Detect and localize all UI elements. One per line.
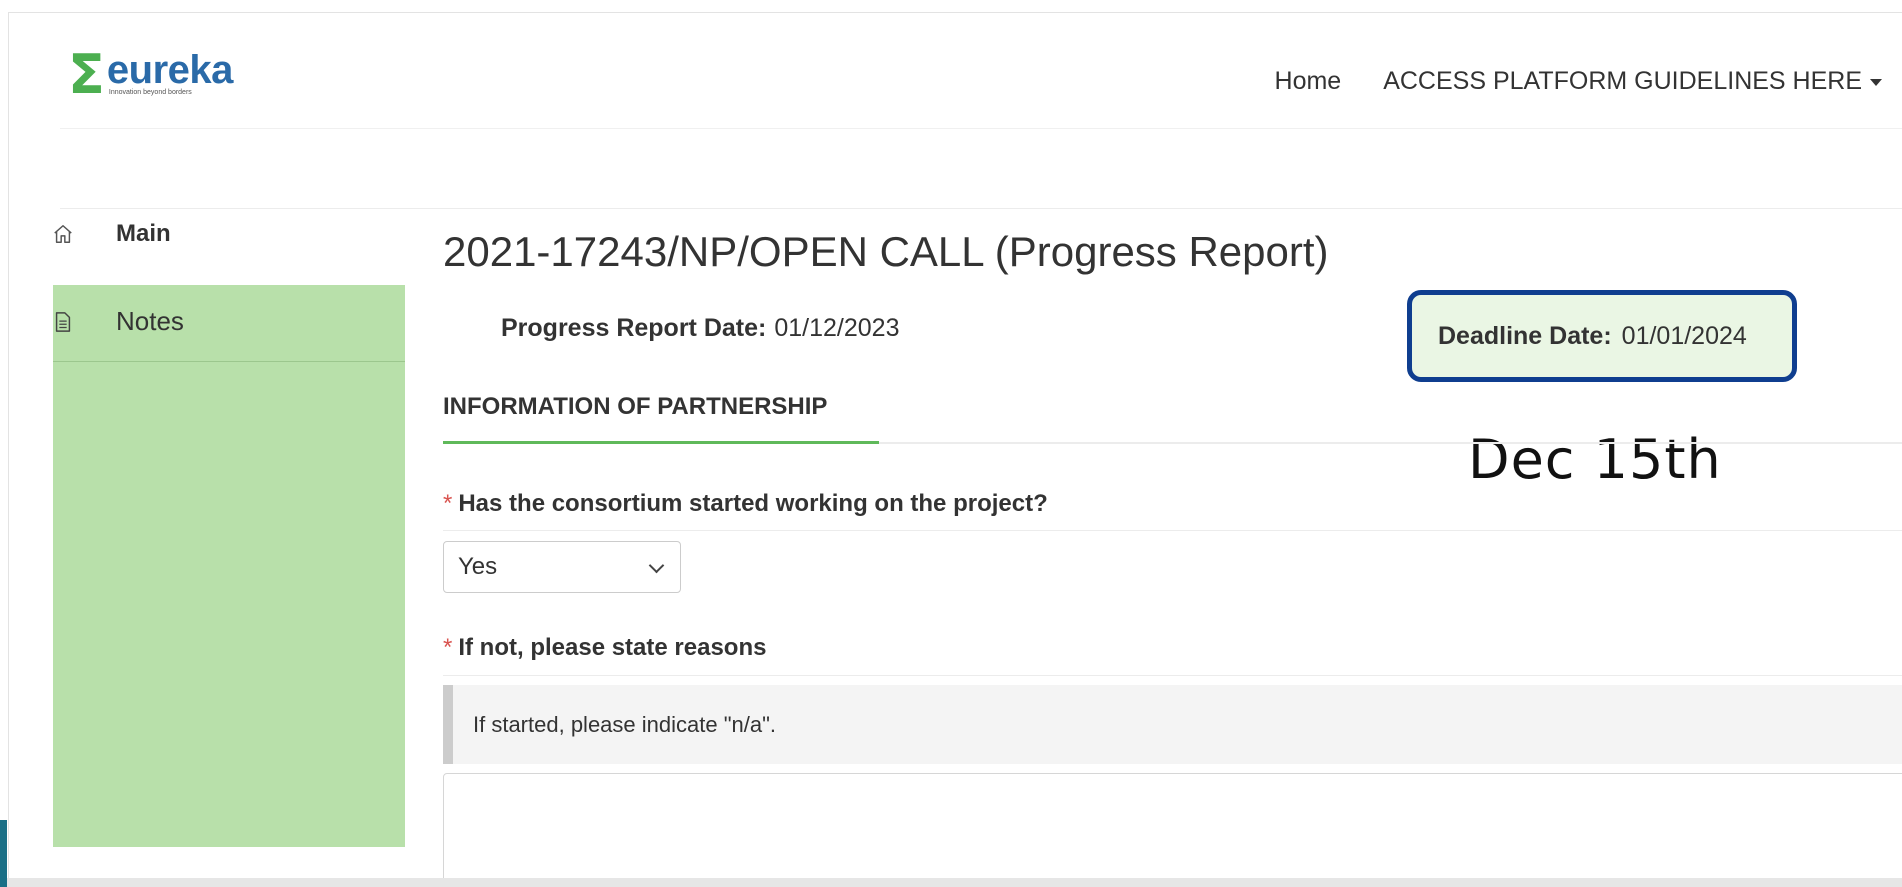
handwritten-annotation: Dec 15th (1468, 428, 1722, 491)
sidebar-item-main[interactable]: Main (52, 220, 171, 248)
progress-report-date: Progress Report Date: 01/12/2023 (501, 314, 899, 343)
required-marker: * (443, 634, 453, 661)
active-tab-indicator (443, 441, 879, 444)
sidebar-active-panel (53, 285, 405, 847)
top-nav: Home ACCESS PLATFORM GUIDELINES HERE (1275, 67, 1882, 96)
hint-text: If started, please indicate "n/a". (473, 711, 777, 737)
deadline-date-label: Deadline Date: (1438, 321, 1612, 350)
logo-text: eureka Innovation beyond borders (107, 50, 233, 96)
nav-home-link[interactable]: Home (1275, 67, 1342, 96)
question-divider (443, 675, 1902, 676)
sidebar-item-label: Main (116, 220, 171, 247)
reasons-hint: If started, please indicate "n/a". (443, 685, 1902, 764)
document-icon (55, 311, 71, 332)
eureka-logo[interactable]: Σ eureka Innovation beyond borders (68, 43, 233, 106)
question-divider (443, 530, 1902, 531)
required-marker: * (443, 490, 453, 517)
report-date-value: 01/12/2023 (774, 314, 900, 342)
sidebar-item-notes[interactable]: Notes (52, 306, 184, 337)
page-title: 2021-17243/NP/OPEN CALL (Progress Report… (443, 228, 1329, 275)
bottom-bar (0, 878, 1902, 887)
home-icon (54, 225, 72, 243)
deadline-date-value: 01/01/2024 (1621, 321, 1747, 350)
question-label: If not, please state reasons (458, 634, 767, 661)
nav-guidelines-label: ACCESS PLATFORM GUIDELINES HERE (1383, 67, 1862, 95)
question-consortium-started: * Has the consortium started working on t… (443, 490, 1048, 518)
logo-tagline: Innovation beyond borders (108, 89, 192, 96)
caret-down-icon (1870, 78, 1882, 86)
tab-information-of-partnership[interactable]: INFORMATION OF PARTNERSHIP (443, 393, 827, 421)
content-divider (60, 208, 1902, 209)
reasons-textarea[interactable] (443, 773, 1902, 885)
chevron-down-icon (648, 557, 665, 574)
sigma-logo-icon: Σ (68, 43, 105, 106)
question-label: Has the consortium started working on th… (458, 490, 1048, 517)
logo-word: eureka (106, 48, 233, 92)
report-date-label: Progress Report Date: (501, 314, 767, 342)
select-value: Yes (458, 553, 498, 580)
consortium-started-select[interactable]: Yes (443, 541, 681, 593)
header-divider (60, 128, 1902, 129)
question-reasons: * If not, please state reasons (443, 634, 766, 662)
nav-guidelines-dropdown[interactable]: ACCESS PLATFORM GUIDELINES HERE (1383, 67, 1882, 96)
deadline-date-highlight: Deadline Date: 01/01/2024 (1407, 290, 1797, 382)
left-accent-strip (0, 820, 7, 887)
sidebar-item-label: Notes (116, 306, 184, 336)
